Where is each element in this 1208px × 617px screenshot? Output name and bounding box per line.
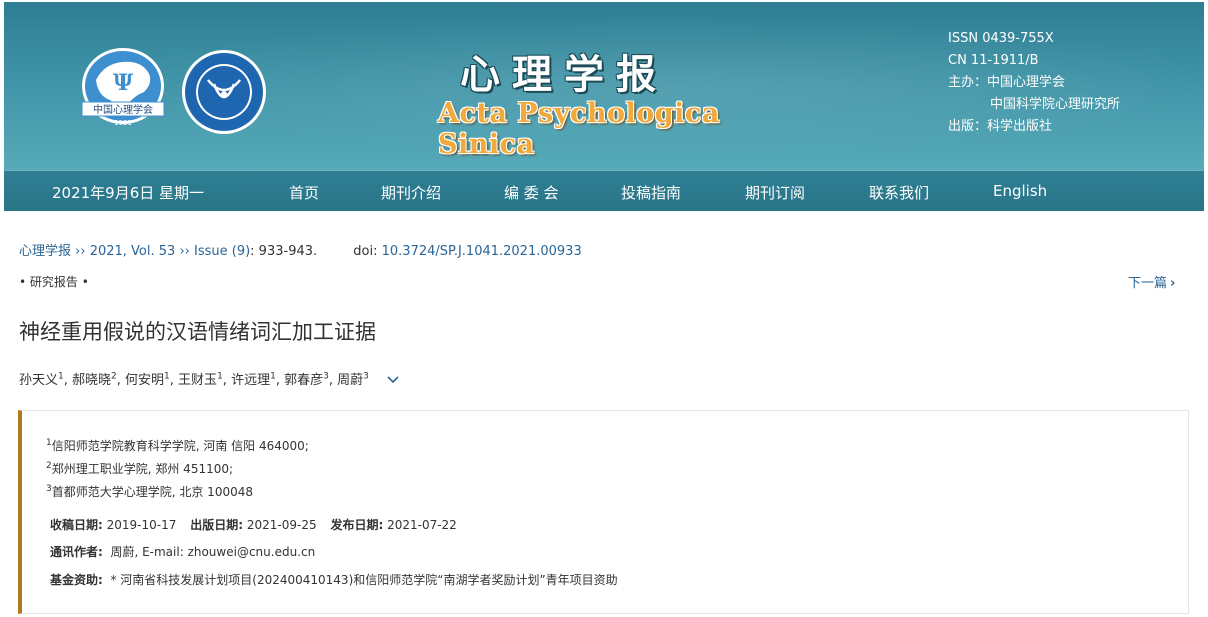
chevron-down-icon[interactable] (387, 373, 399, 388)
affiliation-item: 1信阳师范学院教育科学学院, 河南 信阳 464000; (46, 433, 309, 456)
author-aff-mark: 3 (363, 371, 369, 382)
affiliation-item: 3首都师范大学心理学院, 北京 100048 (46, 479, 309, 502)
breadcrumb-pages: : 933-943. (250, 244, 318, 259)
main-nav: 2021年9月6日 星期一 首页 期刊介绍 编 委 会 投稿指南 期刊订阅 联系… (4, 170, 1204, 211)
nav-english[interactable]: English (993, 182, 1047, 200)
journal-title-en: Acta Psychologica Sinica (438, 98, 720, 160)
author-name[interactable]: 何安明 (125, 373, 164, 388)
corresponding-author: 通讯作者: 周蔚, E-mail: zhouwei@cnu.edu.cn (50, 543, 315, 560)
author-name[interactable]: 孙天义 (19, 373, 58, 388)
article-title: 神经重用假说的汉语情绪词汇加工证据 (19, 320, 376, 344)
cn-number-text: CN 11-1911/B (948, 53, 1039, 68)
sponsor-text: 主办：中国心理学会 (948, 75, 1066, 90)
current-date: 2021年9月6日 星期一 (52, 184, 205, 202)
journal-banner: Ψ 中国心理学会 1921 心理学报 Acta Psychologica Sin… (4, 2, 1204, 170)
breadcrumb-volume-link[interactable]: 2021, Vol. 53 (90, 244, 176, 259)
author-aff-mark: 2 (111, 371, 117, 382)
cps-logo-text: 中国心理学会 (93, 103, 153, 116)
fund-value: * 河南省科技发展计划项目(202400410143)和信阳师范学院“南湖学者奖… (110, 573, 618, 587)
nav-contact[interactable]: 联系我们 (869, 182, 929, 203)
received-label: 收稿日期: (50, 518, 103, 532)
issn-text: ISSN 0439-755X (948, 31, 1054, 46)
doi-label: doi: (353, 244, 378, 259)
next-article-label: 下一篇 (1128, 276, 1168, 291)
nav-submission-guide[interactable]: 投稿指南 (621, 182, 681, 203)
nav-home[interactable]: 首页 (289, 182, 319, 203)
author-name[interactable]: 郝晓晓 (72, 373, 111, 388)
cps-logo-icon: Ψ 中国心理学会 1921 (81, 48, 165, 127)
corr-label: 通讯作者: (50, 545, 103, 559)
next-article-link[interactable]: 下一篇 › (1128, 272, 1175, 291)
cps-logo-year: 1921 (114, 119, 132, 127)
sponsor-text-2: 中国科学院心理研究所 (990, 97, 1121, 112)
breadcrumb-separator: ›› (75, 244, 86, 259)
ip-cas-logo-icon (182, 50, 266, 134)
author-name[interactable]: 周蔚 (337, 373, 363, 388)
author-name[interactable]: 许远理 (231, 373, 270, 388)
fund-label: 基金资助: (50, 573, 103, 587)
author-aff-mark: 1 (164, 371, 170, 382)
breadcrumb-issue-link[interactable]: Issue (9) (194, 244, 250, 259)
journal-meta: ISSN 0439-755X CN 11-1911/B 主办：中国心理学会 中国… (948, 28, 1120, 138)
affiliation-list: 1信阳师范学院教育科学学院, 河南 信阳 464000; 2郑州理工职业学院, … (46, 433, 309, 502)
affiliation-text: 郑州理工职业学院, 郑州 451100; (51, 462, 234, 476)
svg-text:Ψ: Ψ (113, 70, 133, 96)
breadcrumb-separator: ›› (179, 244, 190, 259)
funding-info: 基金资助: * 河南省科技发展计划项目(202400410143)和信阳师范学院… (50, 571, 618, 588)
received-date: 2019-10-17 (106, 518, 177, 532)
author-list: 孙天义1, 郝晓晓2, 何安明1, 王财玉1, 许远理1, 郭春彦3, 周蔚3 (19, 369, 399, 388)
journal-title-cn: 心理学报 (460, 52, 668, 98)
nav-journal-intro[interactable]: 期刊介绍 (381, 182, 441, 203)
author-aff-mark: 1 (217, 371, 223, 382)
chevron-right-icon: › (1170, 276, 1176, 291)
article-info-box: 1信阳师范学院教育科学学院, 河南 信阳 464000; 2郑州理工职业学院, … (18, 410, 1189, 614)
online-label: 发布日期: (330, 518, 384, 532)
affiliation-item: 2郑州理工职业学院, 郑州 451100; (46, 456, 309, 479)
author-aff-mark: 1 (270, 371, 276, 382)
breadcrumb: 心理学报 ›› 2021, Vol. 53 ›› Issue (9): 933-… (19, 240, 582, 259)
corr-value: 周蔚, E-mail: zhouwei@cnu.edu.cn (110, 545, 316, 559)
published-date: 2021-09-25 (246, 518, 317, 532)
author-aff-mark: 1 (58, 371, 64, 382)
article-section: • 研究报告 • (19, 275, 89, 289)
publisher-text: 出版：科学出版社 (948, 119, 1053, 134)
author-aff-mark: 3 (323, 371, 329, 382)
affiliation-text: 首都师范大学心理学院, 北京 100048 (51, 485, 253, 499)
affiliation-text: 信阳师范学院教育科学学院, 河南 信阳 464000; (51, 439, 309, 453)
online-date: 2021-07-22 (387, 518, 457, 532)
nav-editorial-board[interactable]: 编 委 会 (504, 182, 559, 203)
doi-link[interactable]: 10.3724/SP.J.1041.2021.00933 (382, 244, 582, 259)
author-name[interactable]: 郭春彦 (284, 373, 323, 388)
nav-subscription[interactable]: 期刊订阅 (745, 182, 805, 203)
published-label: 出版日期: (190, 518, 244, 532)
breadcrumb-journal-link[interactable]: 心理学报 (19, 244, 71, 259)
article-dates: 收稿日期: 2019-10-17 出版日期: 2021-09-25 发布日期: … (50, 516, 457, 533)
author-name[interactable]: 王财玉 (178, 373, 217, 388)
